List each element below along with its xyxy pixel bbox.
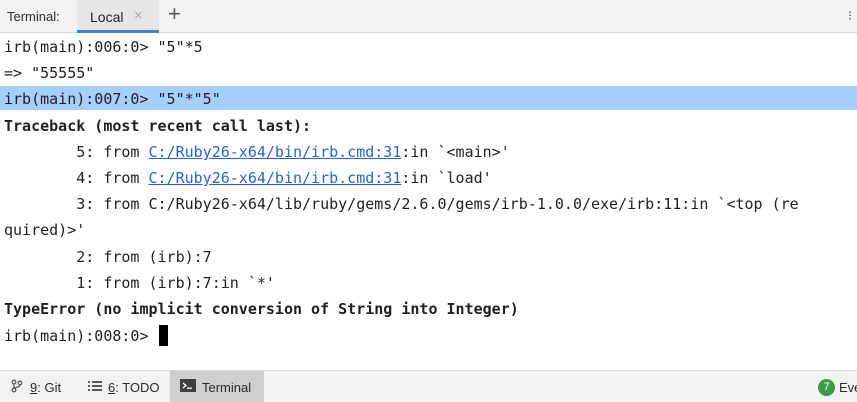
terminal-line: 4: from C:/Ruby26-x64/bin/irb.cmd:31:in … [4,165,492,191]
terminal-line: quired)>' [4,221,86,239]
git-label: : Git [37,379,62,395]
event-log-button[interactable]: 7 Eve [818,371,857,402]
git-branch-icon [10,379,24,396]
git-tool-button[interactable]: 9: Git [10,371,61,402]
todo-tool-button[interactable]: 6: TODO [88,371,160,402]
terminal-line: 1: from (irb):7:in `*' [4,274,275,292]
prompt-line[interactable]: irb(main):008:0> [4,323,168,349]
terminal-label: Terminal [202,379,252,395]
new-tab-icon[interactable]: + [168,3,181,25]
file-link[interactable]: C:/Ruby26-x64/bin/irb.cmd:31 [149,169,402,187]
text-cursor [158,325,168,346]
error-line: TypeError (no implicit conversion of Str… [4,300,519,318]
list-icon [88,380,102,395]
terminal-title: Terminal: [7,9,60,24]
tab-local[interactable]: Local × [77,0,159,33]
trace-suffix: :in `<main>' [401,143,510,161]
terminal-tab-bar: Terminal: Local × + ⁝ [0,0,857,33]
tool-window-bar: 9: Git 6: TODO Terminal 7 Eve [0,370,857,402]
settings-icon[interactable]: ⁝ [848,8,852,24]
terminal-line: => "55555" [4,64,95,82]
git-shortcut: 9 [30,379,38,395]
terminal-icon [180,379,196,395]
terminal-line: irb(main):006:0> "5"*5 [4,38,203,56]
todo-label: : TODO [115,379,160,395]
file-link[interactable]: C:/Ruby26-x64/bin/irb.cmd:31 [149,143,402,161]
events-label: Eve [839,379,857,395]
prompt: irb(main):008:0> [4,327,158,345]
events-count-badge: 7 [818,378,835,396]
terminal-line: irb(main):007:0> "5"*"5" [4,90,221,108]
terminal-output[interactable]: irb(main):006:0> "5"*5 => "55555" irb(ma… [0,33,857,370]
tab-local-label: Local [90,9,124,25]
terminal-tool-button[interactable]: Terminal [170,371,264,402]
terminal-line: 2: from (irb):7 [4,248,212,266]
todo-shortcut: 6 [108,379,116,395]
trace-prefix: 5: from [4,143,149,161]
terminal-line: 3: from C:/Ruby26-x64/lib/ruby/gems/2.6.… [4,195,799,213]
trace-suffix: :in `load' [401,169,492,187]
terminal-line: Traceback (most recent call last): [4,117,312,135]
close-icon[interactable]: × [134,7,143,24]
trace-prefix: 4: from [4,169,149,187]
terminal-line: 5: from C:/Ruby26-x64/bin/irb.cmd:31:in … [4,139,510,165]
